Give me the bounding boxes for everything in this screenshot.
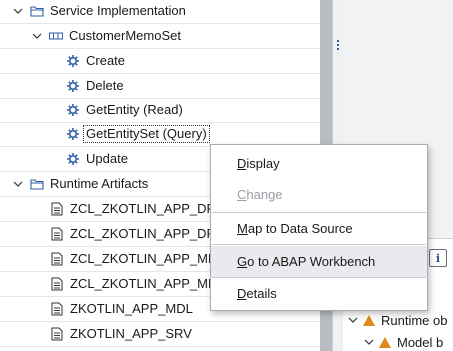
document-icon <box>50 227 64 241</box>
operation-gear-icon <box>66 79 80 93</box>
document-icon <box>50 277 64 291</box>
tree-node-label: Delete <box>86 78 124 93</box>
menu-item-mnemonic: C <box>237 187 247 202</box>
chevron-down-icon[interactable] <box>347 315 359 325</box>
menu-item-mnemonic: M <box>237 221 248 236</box>
menu-item-label: ap to Data Source <box>247 221 353 236</box>
menu-item-mnemonic: D <box>237 286 247 301</box>
tree-node-label: Service Implementation <box>50 3 186 18</box>
tree-node-service-implementation[interactable]: Service Implementation <box>0 0 320 24</box>
menu-item-label: hange <box>246 187 283 202</box>
warning-icon <box>379 336 391 348</box>
tree-node-label: GetEntitySet (Query) <box>83 125 210 143</box>
context-menu: Display Change Map to Data Source Go to … <box>210 144 428 311</box>
operation-gear-icon <box>66 54 80 68</box>
grip-icon <box>337 40 340 52</box>
runtime-objects-row[interactable]: Runtime ob <box>343 309 453 331</box>
tree-node-label: ZKOTLIN_APP_SRV <box>70 326 192 341</box>
tree-node-label: Runtime Artifacts <box>50 176 149 191</box>
menu-item-label: etails <box>246 286 277 301</box>
menu-item-mnemonic: D <box>237 156 247 171</box>
folder-icon <box>30 4 44 18</box>
menu-item-go-to-abap-workbench[interactable]: Go to ABAP Workbench <box>211 246 427 277</box>
menu-item-label: o to ABAP Workbench <box>247 254 376 269</box>
tree-node-create[interactable]: Create <box>0 49 320 74</box>
tree-node-label: CustomerMemoSet <box>69 28 181 43</box>
folder-icon <box>30 177 44 191</box>
menu-item-label: isplay <box>246 156 280 171</box>
operation-gear-icon <box>66 127 80 141</box>
runtime-row-label: Model b <box>397 334 444 350</box>
tree-node-getentity[interactable]: GetEntity (Read) <box>0 98 320 123</box>
document-icon <box>50 302 64 316</box>
tree-node-label: Create <box>86 53 126 68</box>
document-icon <box>50 327 64 341</box>
document-icon <box>50 202 64 216</box>
menu-item-change[interactable]: Change <box>211 179 427 210</box>
tree-node-delete[interactable]: Delete <box>0 74 320 99</box>
info-button[interactable]: i <box>429 249 447 267</box>
menu-item-details[interactable]: Details <box>211 278 427 309</box>
document-icon <box>50 252 64 266</box>
tree-node-label: ZCL_ZKOTLIN_APP_MPC <box>70 251 227 266</box>
operation-gear-icon <box>66 152 80 166</box>
menu-item-map-to-data-source[interactable]: Map to Data Source <box>211 213 427 244</box>
menu-separator <box>212 244 426 245</box>
tree-node-label: Update <box>86 151 128 166</box>
tree-node-label: GetEntity (Read) <box>86 102 183 117</box>
operation-gear-icon <box>66 103 80 117</box>
chevron-down-icon[interactable] <box>12 5 24 17</box>
tree-node-artifact[interactable]: ZKOTLIN_APP_SRV <box>0 322 320 347</box>
tree-node-label: ZKOTLIN_APP_MDL <box>70 301 193 316</box>
chevron-down-icon[interactable] <box>363 337 375 347</box>
chevron-down-icon[interactable] <box>31 30 43 42</box>
runtime-row-label: Runtime ob <box>381 312 448 328</box>
menu-item-display[interactable]: Display <box>211 148 427 179</box>
tree-node-customermemoset[interactable]: CustomerMemoSet <box>0 24 320 49</box>
menu-item-mnemonic: G <box>237 254 248 269</box>
model-row[interactable]: Model b <box>343 331 453 351</box>
chevron-down-icon[interactable] <box>12 178 24 190</box>
entity-set-icon <box>49 29 63 43</box>
warning-icon <box>363 314 375 326</box>
tree-node-label: ZCL_ZKOTLIN_APP_DPC <box>70 201 225 216</box>
